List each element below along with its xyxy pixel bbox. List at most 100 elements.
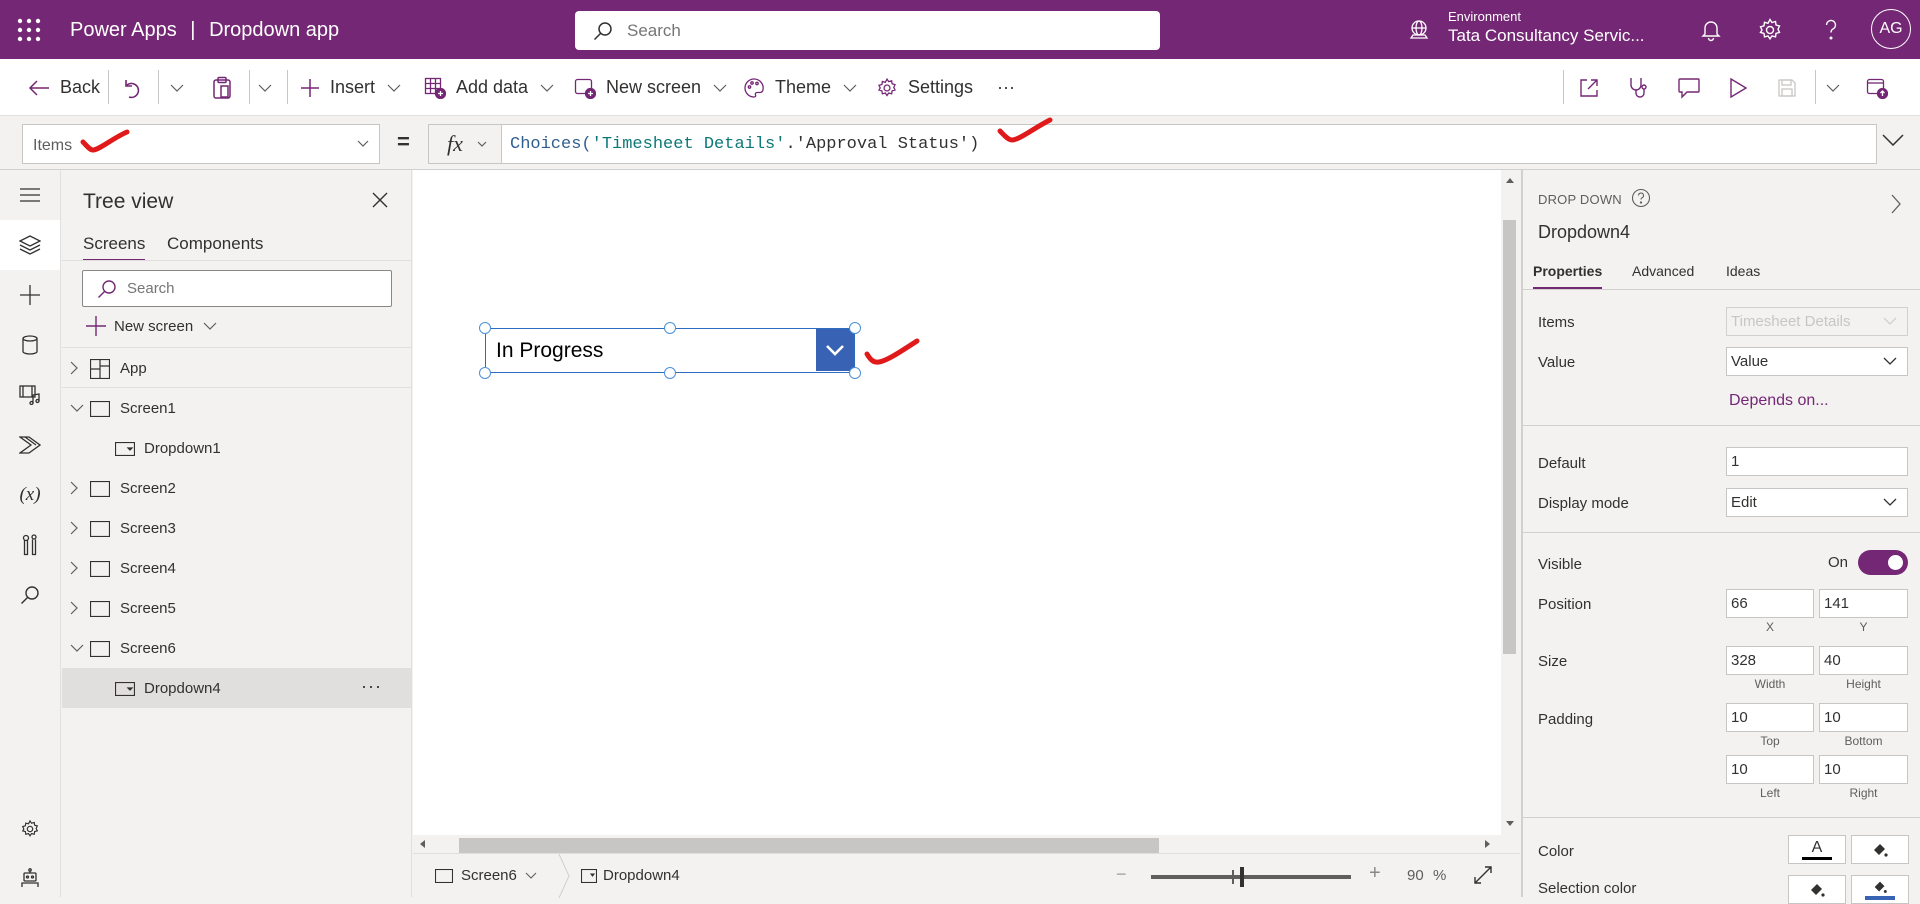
save-button[interactable] (1777, 59, 1797, 116)
design-canvas[interactable]: In Progress (413, 170, 1501, 835)
rail-settings[interactable] (0, 804, 60, 854)
comments-button[interactable] (1677, 59, 1701, 116)
vertical-scrollbar[interactable] (1501, 170, 1519, 835)
tab-ideas[interactable]: Ideas (1726, 263, 1760, 287)
tree-search-input[interactable] (127, 271, 377, 306)
help-icon[interactable] (1818, 17, 1844, 43)
value-select[interactable]: Value (1726, 347, 1908, 376)
tab-advanced[interactable]: Advanced (1632, 263, 1694, 287)
paste-options-button[interactable] (258, 59, 272, 116)
rail-tree-view[interactable] (0, 220, 60, 270)
chevron-down-icon[interactable] (70, 644, 84, 652)
padding-top-input[interactable]: 10 (1726, 703, 1814, 732)
tree-item-app[interactable]: App (62, 348, 412, 388)
control-name[interactable]: Dropdown4 (1538, 222, 1630, 243)
breadcrumb-control[interactable]: Dropdown4 (581, 867, 680, 884)
save-options-button[interactable] (1826, 59, 1840, 116)
horizontal-scroll-thumb[interactable] (459, 838, 1159, 854)
global-search-input[interactable] (627, 11, 1127, 50)
publish-button[interactable] (1866, 59, 1888, 116)
tab-properties[interactable]: Properties (1533, 263, 1603, 290)
more-options-button[interactable]: ··· (361, 676, 382, 697)
text-color-button[interactable]: A (1788, 835, 1846, 864)
zoom-in-button[interactable]: + (1369, 862, 1381, 885)
zoom-slider-thumb[interactable] (1240, 867, 1244, 887)
insert-button[interactable]: Insert (300, 59, 401, 116)
position-x-input[interactable]: 66 (1726, 589, 1814, 618)
visible-toggle[interactable] (1858, 550, 1908, 575)
environment-name[interactable]: Tata Consultancy Servic... (1448, 26, 1645, 46)
tab-screens[interactable]: Screens (83, 234, 146, 261)
fx-button[interactable]: fx (428, 124, 502, 164)
vertical-scroll-thumb[interactable] (1503, 220, 1516, 654)
scroll-left-arrow-icon[interactable] (420, 840, 425, 848)
add-data-button[interactable]: Add data (424, 59, 554, 116)
position-y-input[interactable]: 141 (1819, 589, 1908, 618)
dropdown-toggle-button[interactable] (816, 329, 854, 371)
fill-color-button[interactable] (1851, 835, 1909, 864)
help-circle-icon[interactable] (1631, 188, 1651, 208)
chevron-right-icon[interactable] (70, 561, 78, 575)
tab-components[interactable]: Components (167, 234, 263, 259)
rail-variables[interactable]: (x) (0, 470, 60, 520)
share-button[interactable] (1578, 59, 1600, 116)
undo-button[interactable] (123, 59, 143, 116)
rail-data[interactable] (0, 320, 60, 370)
app-launcher-icon[interactable] (16, 17, 42, 43)
settings-gear-icon[interactable] (1757, 17, 1783, 43)
theme-button[interactable]: Theme (743, 59, 857, 116)
paste-button[interactable] (212, 59, 232, 116)
padding-right-input[interactable]: 10 (1819, 755, 1908, 784)
resize-handle-top-left[interactable] (479, 322, 491, 334)
formula-input[interactable]: Choices('Timesheet Details'.'Approval St… (501, 124, 1877, 164)
resize-handle-bottom-right[interactable] (849, 367, 861, 379)
tree-item-screen6[interactable]: Screen6 (62, 628, 412, 668)
chevron-right-icon[interactable] (70, 361, 78, 375)
new-screen-button[interactable]: New screen (574, 59, 727, 116)
selection-fill-color-button[interactable] (1851, 875, 1909, 904)
more-commands-button[interactable]: ··· (997, 59, 1015, 116)
undo-options-button[interactable] (170, 59, 184, 116)
rail-advanced-tools[interactable] (0, 520, 60, 570)
chevron-right-icon[interactable] (70, 481, 78, 495)
rail-search[interactable] (0, 570, 60, 620)
display-mode-select[interactable]: Edit (1726, 488, 1908, 517)
tree-item-dropdown1[interactable]: Dropdown1 (62, 428, 412, 468)
depends-on-link[interactable]: Depends on... (1729, 392, 1829, 410)
items-select[interactable]: Timesheet Details (1726, 307, 1908, 336)
tree-item-screen1[interactable]: Screen1 (62, 388, 412, 428)
app-checker-button[interactable] (1627, 59, 1651, 116)
tree-item-screen5[interactable]: Screen5 (62, 588, 412, 628)
rail-media[interactable] (0, 370, 60, 420)
chevron-right-icon[interactable] (70, 521, 78, 535)
zoom-slider[interactable] (1151, 867, 1351, 887)
chevron-right-icon[interactable] (1891, 194, 1901, 214)
fit-to-window-icon[interactable] (1473, 865, 1493, 885)
rail-insert[interactable] (0, 270, 60, 320)
user-avatar[interactable]: AG (1871, 9, 1911, 49)
resize-handle-top[interactable] (664, 322, 676, 334)
resize-handle-top-right[interactable] (849, 322, 861, 334)
property-selector[interactable]: Items (22, 124, 380, 164)
notifications-bell-icon[interactable] (1698, 17, 1724, 43)
padding-bottom-input[interactable]: 10 (1819, 703, 1908, 732)
back-button[interactable]: Back (28, 59, 100, 116)
tree-new-screen-button[interactable]: New screen (86, 316, 217, 336)
preview-play-button[interactable] (1728, 59, 1748, 116)
resize-handle-bottom-left[interactable] (479, 367, 491, 379)
default-input[interactable]: 1 (1726, 447, 1908, 476)
tree-item-screen2[interactable]: Screen2 (62, 468, 412, 508)
breadcrumb-screen[interactable]: Screen6 (435, 867, 537, 884)
tree-item-screen4[interactable]: Screen4 (62, 548, 412, 588)
global-search-box[interactable] (575, 11, 1160, 50)
rail-virtual-agent[interactable] (0, 853, 60, 903)
chevron-down-icon[interactable] (70, 404, 84, 412)
expand-formula-bar-chevron-icon[interactable] (1882, 134, 1904, 146)
chevron-right-icon[interactable] (70, 601, 78, 615)
scroll-right-arrow-icon[interactable] (1485, 840, 1490, 848)
rail-hamburger-menu[interactable] (0, 170, 60, 220)
tree-search-box[interactable] (82, 270, 392, 307)
size-height-input[interactable]: 40 (1819, 646, 1908, 675)
rail-power-automate[interactable] (0, 420, 60, 470)
environment-icon[interactable] (1408, 19, 1430, 41)
